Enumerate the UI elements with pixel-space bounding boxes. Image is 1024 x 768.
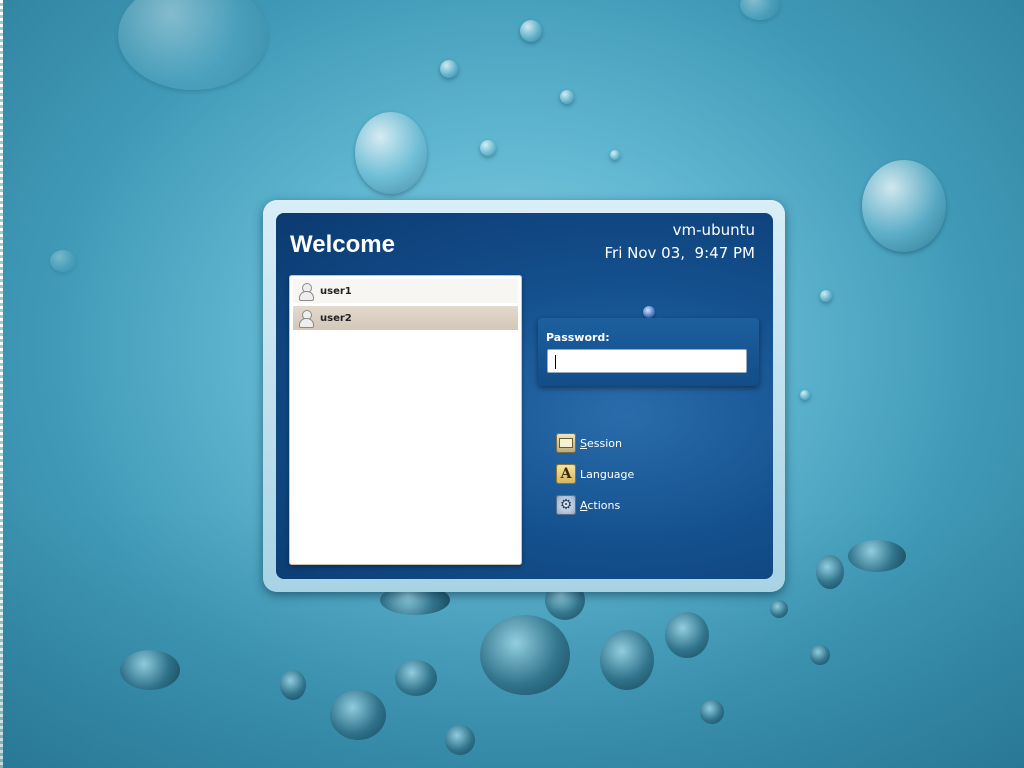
welcome-title: Welcome [290, 231, 395, 258]
password-field[interactable] [547, 349, 747, 373]
water-drop [118, 0, 268, 90]
indicator-knob-icon [643, 306, 655, 318]
password-label: Password: [546, 331, 610, 344]
water-drop [560, 90, 574, 104]
session-button[interactable]: Session [556, 432, 622, 454]
water-drop [355, 112, 427, 194]
water-drop [770, 600, 788, 618]
text-cursor [555, 355, 556, 369]
user-avatar-icon [298, 282, 314, 301]
language-label: Language [580, 467, 635, 481]
water-drop [800, 390, 810, 400]
user-name-label: user2 [320, 312, 352, 324]
water-drop [700, 700, 724, 724]
water-drop [330, 690, 386, 740]
password-prompt: Password: [538, 318, 759, 386]
water-drop [280, 670, 306, 700]
clock-label: Fri Nov 03, 9:47 PM [604, 244, 755, 262]
actions-gear-icon: ⚙ [556, 495, 576, 515]
login-panel: Welcome vm-ubuntu Fri Nov 03, 9:47 PM us… [276, 213, 773, 579]
water-drop [445, 725, 475, 755]
water-drop [610, 150, 620, 160]
user-avatar-icon [298, 309, 314, 328]
login-window: Welcome vm-ubuntu Fri Nov 03, 9:47 PM us… [263, 200, 785, 592]
water-drop [740, 0, 780, 20]
water-drop [816, 555, 844, 589]
actions-button[interactable]: ⚙ Actions [556, 494, 620, 516]
actions-label: Actions [580, 498, 621, 512]
water-drop [120, 650, 180, 690]
water-drop [820, 290, 832, 302]
water-drop [520, 20, 542, 42]
water-drop [440, 60, 458, 78]
user-list-item-user1[interactable]: user1 [293, 279, 518, 303]
session-icon [556, 433, 576, 453]
language-icon: A [556, 464, 576, 484]
user-list-item-user2[interactable]: user2 [293, 306, 518, 330]
water-drop [395, 660, 437, 696]
water-drop [665, 612, 709, 658]
water-drop [848, 540, 906, 572]
water-drop [600, 630, 654, 690]
water-drop [480, 140, 496, 156]
hostname-label: vm-ubuntu [672, 221, 755, 239]
water-drop [480, 615, 570, 695]
user-name-label: user1 [320, 285, 352, 297]
water-drop [50, 250, 76, 272]
user-list[interactable]: user1 user2 [289, 275, 522, 565]
session-label: Session [580, 436, 622, 450]
water-drop [810, 645, 830, 665]
water-drop [862, 160, 946, 252]
language-button[interactable]: A Language [556, 463, 634, 485]
